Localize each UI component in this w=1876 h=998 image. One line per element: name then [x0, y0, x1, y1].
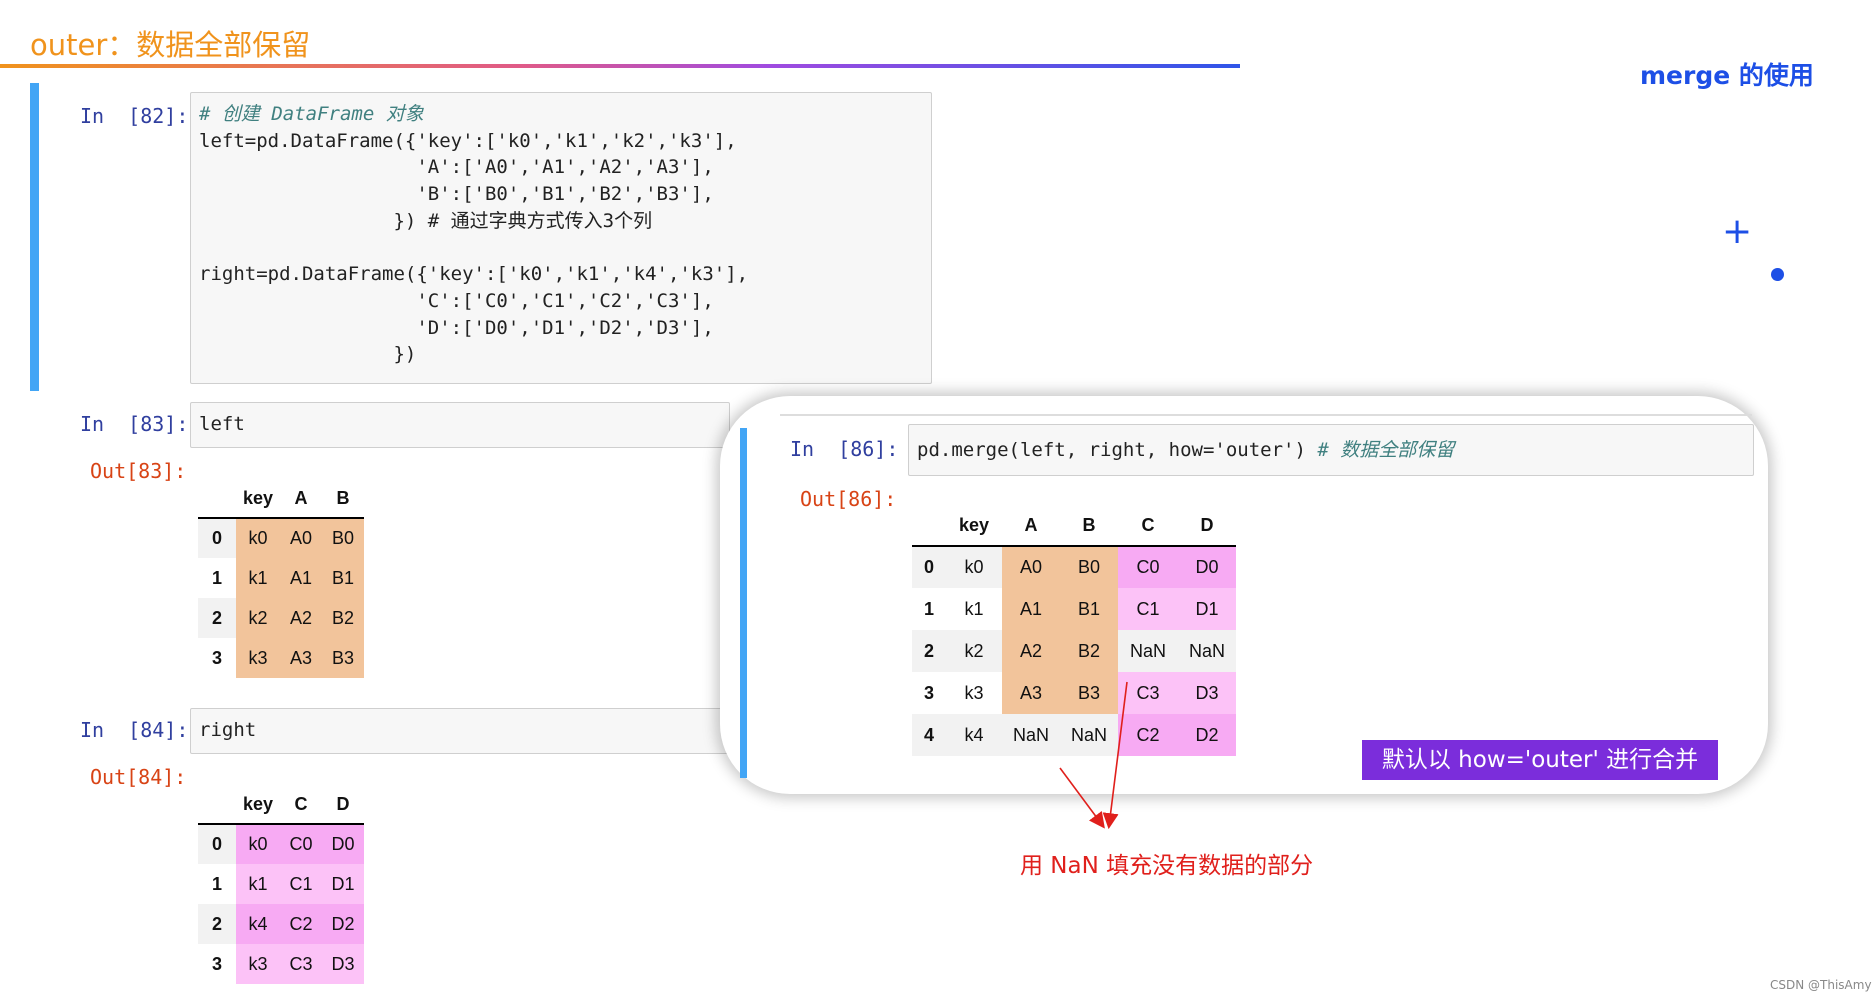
nan-annotation: 用 NaN 填充没有数据的部分	[1020, 853, 1314, 879]
watermark: CSDN @ThisAmy	[1770, 978, 1872, 992]
annotation-arrows-icon	[1059, 681, 1128, 830]
